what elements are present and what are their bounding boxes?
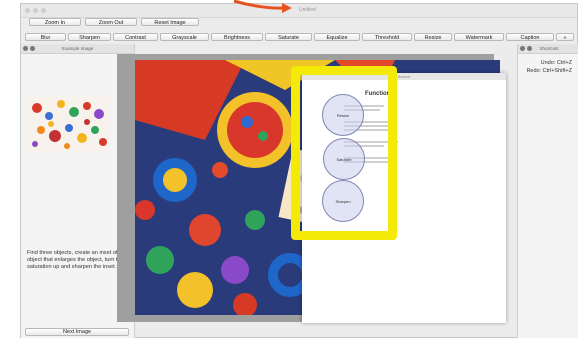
shortcuts-header: Shortcuts: [518, 44, 578, 54]
shortcuts-minimize-icon[interactable]: [527, 46, 532, 51]
blur-button[interactable]: Blur: [25, 33, 66, 41]
close-window-button[interactable]: [25, 8, 30, 13]
highlight-frame: [291, 66, 397, 240]
redo-shortcut: Redo: Ctrl+Shift+Z: [526, 68, 572, 74]
task-instructions: Find three objects, create an inset of t…: [27, 250, 127, 270]
title-bar: Untitled: [21, 4, 577, 18]
saturate-button[interactable]: Saturate: [265, 33, 312, 41]
panel-title: Example Image: [61, 46, 94, 51]
sharpen-button[interactable]: Sharpen: [68, 33, 111, 41]
shortcuts-panel: Shortcuts Undo: Ctrl+Z Redo: Ctrl+Shift+…: [517, 44, 578, 338]
panel-minimize-icon[interactable]: [30, 46, 35, 51]
watermark-button[interactable]: Watermark: [454, 33, 504, 41]
threshold-button[interactable]: Threshold: [362, 33, 412, 41]
next-image-button[interactable]: Next Image: [25, 328, 129, 336]
pointer-arrow-icon: [233, 0, 292, 13]
resize-button[interactable]: Resize: [414, 33, 452, 41]
contrast-button[interactable]: Contrast: [113, 33, 158, 41]
panel-header: Example Image: [21, 44, 134, 54]
grayscale-button[interactable]: Grayscale: [160, 33, 209, 41]
more-filters-button[interactable]: »: [556, 33, 574, 41]
window-title: Untitled: [299, 7, 316, 13]
reset-image-button[interactable]: Reset Image: [141, 18, 199, 26]
brightness-button[interactable]: Brightness: [211, 33, 263, 41]
zoom-out-button[interactable]: Zoom Out: [85, 18, 137, 26]
equalize-button[interactable]: Equalize: [314, 33, 360, 41]
zoom-in-button[interactable]: Zoom In: [29, 18, 81, 26]
panel-close-icon[interactable]: [23, 46, 28, 51]
example-thumbnail: [27, 96, 110, 152]
zoom-window-button[interactable]: [41, 8, 46, 13]
filter-toolbar: Blur Sharpen Contrast Grayscale Brightne…: [21, 33, 577, 43]
caption-button[interactable]: Caption: [506, 33, 554, 41]
undo-shortcut: Undo: Ctrl+Z: [540, 60, 572, 66]
minimize-window-button[interactable]: [33, 8, 38, 13]
shortcuts-title: Shortcuts: [539, 46, 559, 51]
shortcuts-close-icon[interactable]: [520, 46, 525, 51]
